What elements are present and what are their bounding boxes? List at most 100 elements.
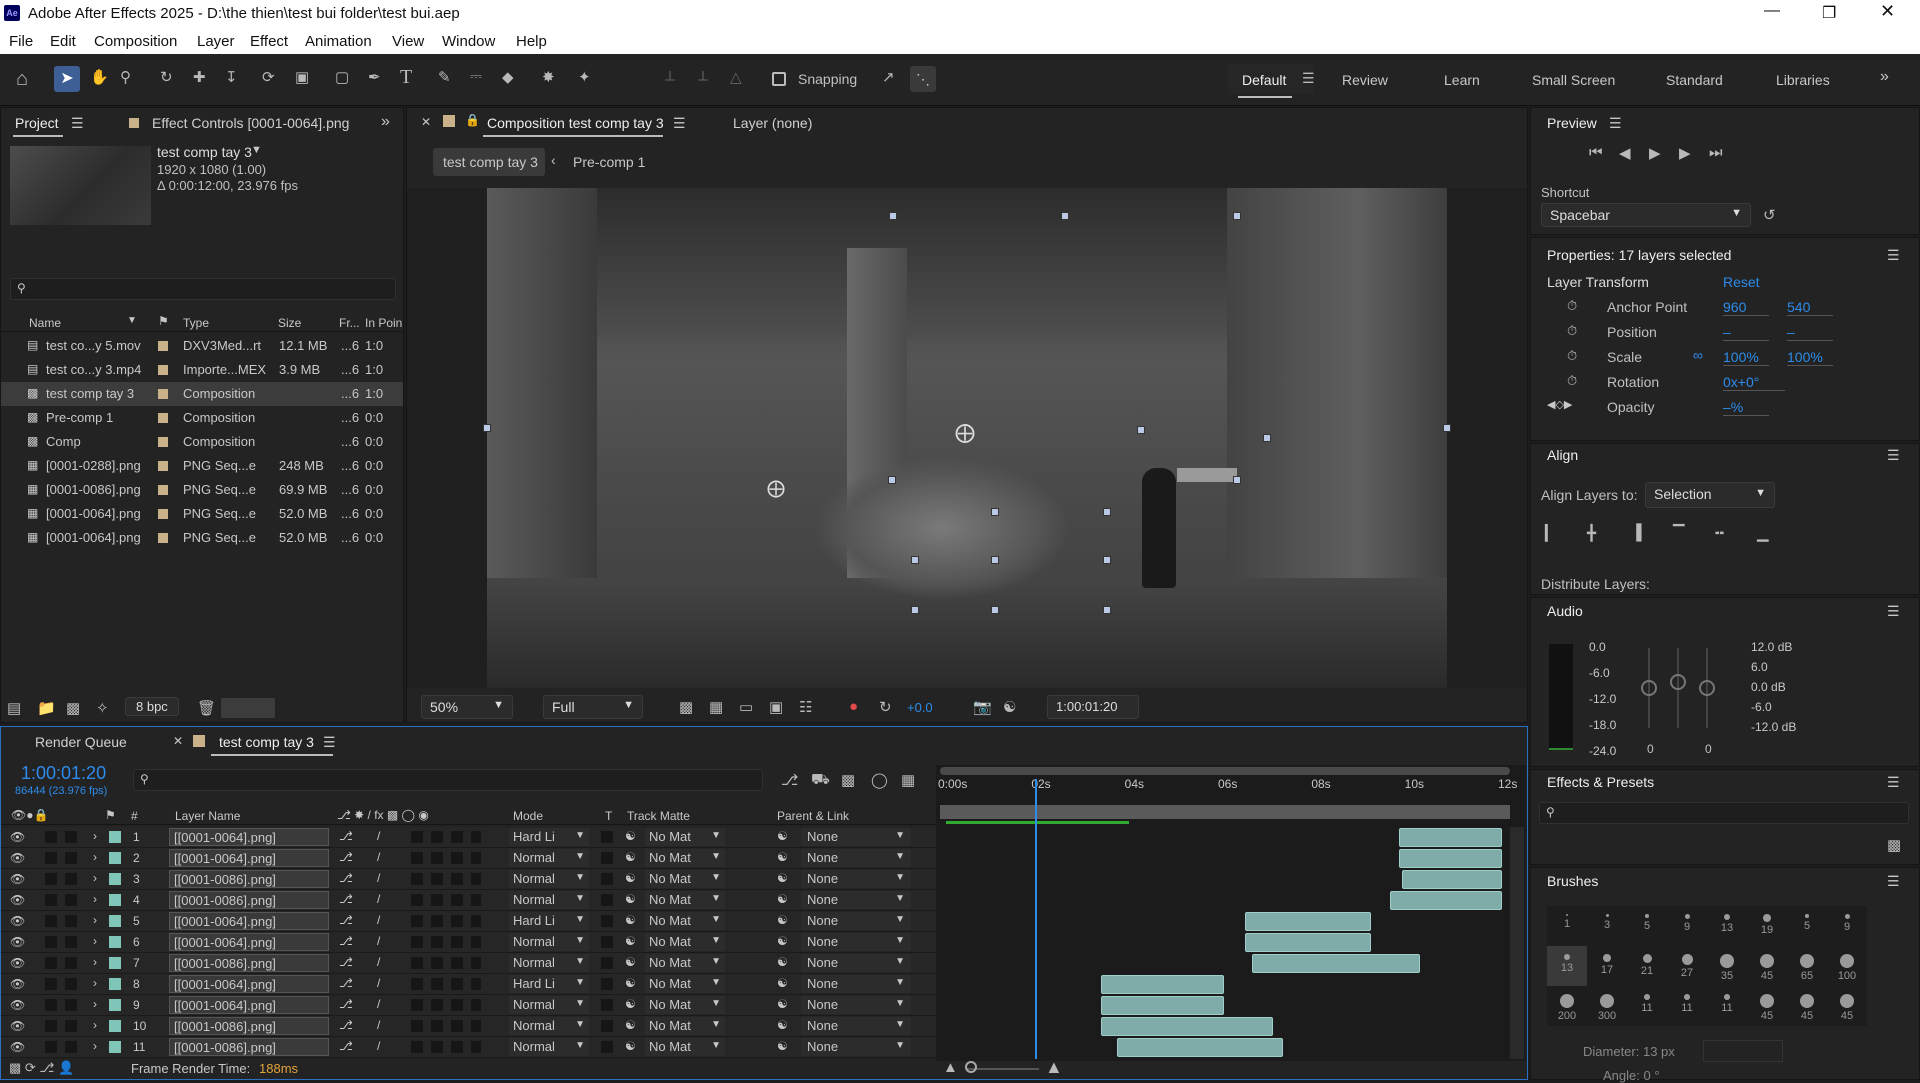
parent-pickwhip-icon[interactable]: ☯ (777, 892, 788, 906)
matte-pickwhip-icon[interactable]: ☯ (625, 1018, 636, 1032)
eye-icon[interactable]: 👁 (10, 998, 25, 1012)
project-item[interactable]: ▦ [0001-0064].png PNG Seq...e 52.0 MB ...6 0:… (1, 526, 403, 550)
transform-handle[interactable] (1443, 424, 1451, 432)
reset-link[interactable]: Reset (1723, 274, 1760, 290)
brush-preset[interactable]: 45 (1747, 946, 1787, 986)
brush-preset[interactable]: 45 (1787, 986, 1827, 1026)
workspace-default[interactable]: Default (1242, 72, 1286, 88)
layer-label-swatch[interactable] (109, 915, 121, 927)
col-type[interactable]: Type (183, 316, 209, 330)
adjust-icon[interactable]: ✧ (96, 699, 109, 717)
layer-label-swatch[interactable] (109, 957, 121, 969)
collapse-switch-icon[interactable]: ⎇ (339, 1039, 353, 1053)
quality-switch-icon[interactable]: / (377, 976, 380, 990)
expand-chevron-icon[interactable]: › (93, 829, 97, 843)
world-axis-icon[interactable]: ⟂ (698, 68, 708, 85)
solo-box[interactable] (45, 978, 57, 990)
parent-dropdown[interactable]: None ▼ (801, 996, 911, 1014)
mode-dropdown[interactable]: Normal ▼ (509, 954, 589, 972)
breadcrumb-precomp[interactable]: Pre-comp 1 (573, 154, 645, 170)
mask-visibility-icon[interactable]: ▭ (739, 698, 753, 716)
snapping-checkbox[interactable] (772, 72, 786, 86)
solo-box[interactable] (45, 936, 57, 948)
switch-boxes[interactable] (411, 873, 481, 885)
work-area-bar[interactable] (940, 767, 1510, 775)
clone-stamp-icon[interactable]: ⎓ (470, 68, 482, 85)
matte-pickwhip-icon[interactable]: ☯ (625, 1039, 636, 1053)
timeline-current-time[interactable]: 1:00:01:20 (21, 763, 106, 784)
transform-handle[interactable] (991, 556, 999, 564)
audio-knob-right[interactable] (1699, 680, 1715, 696)
brush-preset[interactable]: 100 (1827, 946, 1867, 986)
eye-icon[interactable]: 👁 (10, 851, 25, 865)
eye-icon[interactable]: 👁 (10, 935, 25, 949)
transform-handle[interactable] (1103, 508, 1111, 516)
layer-duration-bar[interactable] (1245, 933, 1372, 952)
track-matte-dropdown[interactable]: No Mat ▼ (645, 1017, 725, 1035)
expand-chevron-icon[interactable]: › (93, 892, 97, 906)
audio-knob-mid[interactable] (1670, 674, 1686, 690)
interpret-footage-icon[interactable]: ▤ (7, 699, 21, 717)
hand-tool-icon[interactable]: ✋ (90, 68, 109, 86)
brush-preset[interactable]: 21 (1627, 946, 1667, 986)
switch-boxes[interactable] (411, 978, 481, 990)
solo-box[interactable] (45, 831, 57, 843)
parent-pickwhip-icon[interactable]: ☯ (777, 934, 788, 948)
workspace-learn[interactable]: Learn (1444, 72, 1480, 88)
layer-duration-bar[interactable] (1245, 912, 1372, 931)
preserve-transparency-box[interactable] (601, 1020, 613, 1032)
expand-chevron-icon[interactable]: › (93, 955, 97, 969)
timeline-menu-icon[interactable]: ☰ (323, 734, 336, 751)
matte-pickwhip-icon[interactable]: ☯ (625, 850, 636, 864)
quality-switch-icon[interactable]: / (377, 871, 380, 885)
brush-preset[interactable]: 3 (1587, 906, 1627, 946)
align-vcenter-icon[interactable]: ╍ (1715, 524, 1724, 542)
layer-name[interactable]: [[0001-0086].png] (169, 891, 329, 909)
parent-pickwhip-icon[interactable]: ☯ (777, 997, 788, 1011)
col-in-point[interactable]: In Poin (365, 316, 402, 330)
parent-dropdown[interactable]: None ▼ (801, 828, 911, 846)
lock-box[interactable] (65, 852, 77, 864)
align-right-icon[interactable]: ▐ (1631, 524, 1642, 541)
layer-label-swatch[interactable] (109, 936, 121, 948)
menu-composition[interactable]: Composition (94, 33, 177, 50)
track-matte-dropdown[interactable]: No Mat ▼ (645, 912, 725, 930)
parent-dropdown[interactable]: None ▼ (801, 891, 911, 909)
layer-name[interactable]: [[0001-0064].png] (169, 975, 329, 993)
solo-box[interactable] (45, 852, 57, 864)
anchor-point-icon[interactable]: ⨁ (955, 420, 975, 445)
scale-y-value[interactable]: 100% (1787, 349, 1833, 366)
layer-row[interactable]: 👁 › 3 [[0001-0086].png] ⎇ / Normal ▼ ☯ No Mat ▼ ☯ No… (1, 869, 936, 890)
workspace-menu-icon[interactable]: ☰ (1302, 70, 1315, 87)
brush-preset[interactable]: 11 (1667, 986, 1707, 1026)
lock-box[interactable] (65, 873, 77, 885)
menu-file[interactable]: File (9, 33, 33, 50)
transform-handle[interactable] (991, 606, 999, 614)
brush-preset[interactable]: 1 (1547, 906, 1587, 946)
matte-pickwhip-icon[interactable]: ☯ (625, 913, 636, 927)
brush-preset[interactable]: 19 (1747, 906, 1787, 946)
parent-dropdown[interactable]: None ▼ (801, 1038, 911, 1056)
brush-preset[interactable]: 300 (1587, 986, 1627, 1026)
mode-dropdown[interactable]: Normal ▼ (509, 1038, 589, 1056)
toggle-switches-icon[interactable]: ▩ ⟳ ⎇ 👤 (9, 1060, 74, 1076)
zoom-in-icon[interactable]: ▲ (1045, 1057, 1063, 1078)
shortcut-dropdown[interactable]: Spacebar ▼ (1541, 203, 1751, 227)
layer-name[interactable]: [[0001-0064].png] (169, 933, 329, 951)
layer-label-swatch[interactable] (109, 1041, 121, 1053)
layer-duration-bar[interactable] (1401, 870, 1502, 889)
collapse-switch-icon[interactable]: ⎇ (339, 997, 353, 1011)
close-comp-tab-icon[interactable]: ✕ (421, 115, 431, 129)
preserve-transparency-box[interactable] (601, 936, 613, 948)
transform-handle[interactable] (483, 424, 491, 432)
align-to-dropdown[interactable]: Selection ▼ (1645, 482, 1775, 508)
expand-chevron-icon[interactable]: › (93, 997, 97, 1011)
grid-guides-icon[interactable]: ☷ (799, 698, 812, 716)
eye-icon[interactable]: 👁 (10, 914, 25, 928)
parent-dropdown[interactable]: None ▼ (801, 1017, 911, 1035)
menu-effect[interactable]: Effect (250, 33, 288, 50)
brush-preset[interactable]: 9 (1827, 906, 1867, 946)
eye-icon[interactable]: 👁 (10, 893, 25, 907)
frame-blending-icon[interactable]: ◯ (871, 771, 888, 789)
menu-layer[interactable]: Layer (197, 33, 235, 50)
